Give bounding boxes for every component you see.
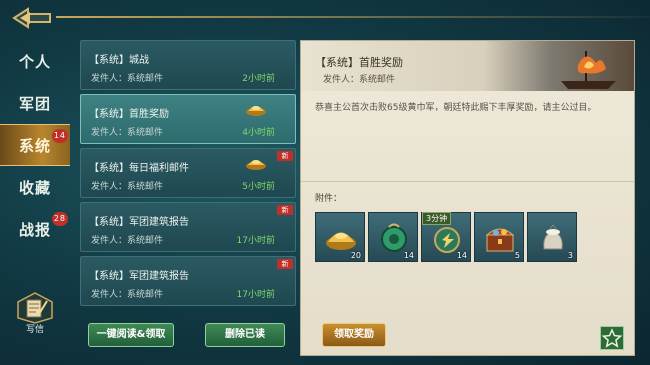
treasure-chest-icon	[485, 228, 515, 252]
sidebar-item-favorites[interactable]: 收藏	[0, 166, 70, 208]
mail-title: 【系统】城战	[89, 55, 149, 66]
new-badge: 新	[277, 151, 293, 161]
mail-detail-header: 【系统】首胜奖励 发件人：系统邮件	[301, 41, 634, 91]
mail-list-item[interactable]: 新 【系统】军团建筑报告 发件人：系统邮件 17小时前	[80, 256, 296, 306]
claim-reward-button[interactable]: 领取奖励	[322, 323, 386, 347]
mail-time: 17小时前	[236, 236, 275, 246]
mail-sender: 发件人：系统邮件	[91, 182, 164, 192]
mail-sender: 发件人：系统邮件	[91, 128, 164, 138]
sidebar-item-label: 系统	[18, 136, 51, 155]
sidebar: 个人 军团 系统 14 收藏 战报 28	[0, 40, 70, 250]
mail-title: 【系统】军团建筑报告	[89, 217, 189, 228]
burning-ship-illustration	[561, 51, 616, 89]
mail-detail-sender: 发件人：系统邮件	[323, 75, 396, 85]
favorite-star-button[interactable]	[600, 326, 624, 350]
mail-time: 5小时前	[242, 182, 275, 192]
new-badge: 新	[277, 259, 293, 269]
mail-detail-panel: 【系统】首胜奖励 发件人：系统邮件 恭喜主公首次击败65级黄巾军，朝廷特此赐下丰…	[300, 40, 635, 356]
mail-title: 【系统】军团建筑报告	[89, 271, 189, 282]
mail-sender: 发件人：系统邮件	[91, 236, 164, 246]
sidebar-item-label: 收藏	[18, 178, 51, 197]
mail-time: 4小时前	[242, 128, 275, 138]
back-button[interactable]	[10, 6, 54, 30]
gold-ingot-icon	[326, 232, 356, 250]
mail-time: 2小时前	[242, 74, 275, 84]
duration-tag: 3分钟	[422, 212, 452, 225]
sidebar-item-label: 军团	[18, 94, 51, 113]
delete-read-button[interactable]: 删除已读	[205, 323, 285, 347]
attachment-count: 3	[567, 251, 573, 260]
attachment-divider	[301, 181, 634, 182]
star-icon	[601, 328, 623, 348]
attachment-count: 14	[456, 251, 467, 260]
mail-detail-title: 【系统】首胜奖励	[315, 56, 403, 69]
sidebar-item-legion[interactable]: 军团	[0, 82, 70, 124]
mail-body-text: 恭喜主公首次击败65级黄巾军，朝廷特此赐下丰厚奖励，请主公过目。	[315, 103, 597, 113]
unread-count-badge: 28	[51, 212, 68, 226]
speedup-icon	[434, 227, 460, 253]
mail-list-item[interactable]: 新 【系统】军团建筑报告 发件人：系统邮件 17小时前	[80, 202, 296, 252]
attachment-slot[interactable]: 3分钟 14	[421, 212, 471, 262]
gold-ingot-icon	[246, 160, 266, 170]
back-arrow-icon	[12, 7, 51, 29]
rice-sack-icon	[543, 224, 563, 250]
attachment-count: 5	[514, 251, 520, 260]
mail-time: 17小时前	[236, 290, 275, 300]
mail-list: 【系统】城战 发件人：系统邮件 2小时前 【系统】首胜奖励 发件人：系统邮件 4…	[80, 40, 296, 308]
mail-sender: 发件人：系统邮件	[91, 74, 164, 84]
attachment-slot[interactable]: 20	[315, 212, 365, 262]
mail-sender: 发件人：系统邮件	[91, 290, 164, 300]
jade-token-icon	[381, 223, 407, 252]
attachment-count: 14	[403, 251, 414, 260]
attachments-row: 20 14 3分钟 14 5 3	[315, 212, 577, 262]
sidebar-item-system[interactable]: 系统 14	[0, 124, 70, 166]
attachments-label: 附件：	[315, 194, 343, 204]
mail-list-item[interactable]: 【系统】城战 发件人：系统邮件 2小时前	[80, 40, 296, 90]
top-bar-divider	[56, 16, 650, 18]
sidebar-item-label: 战报	[18, 220, 51, 239]
attachment-slot[interactable]: 14	[368, 212, 418, 262]
gold-ingot-icon	[246, 106, 266, 116]
mail-title: 【系统】每日福利邮件	[89, 163, 189, 174]
write-letter-button[interactable]: 写信	[12, 292, 58, 338]
attachment-slot[interactable]: 3	[527, 212, 577, 262]
mail-list-item[interactable]: 【系统】首胜奖励 发件人：系统邮件 4小时前	[80, 94, 296, 144]
sidebar-item-battle-report[interactable]: 战报 28	[0, 208, 70, 250]
unread-count-badge: 14	[51, 129, 68, 143]
mail-title: 【系统】首胜奖励	[89, 109, 169, 120]
read-all-claim-button[interactable]: 一键阅读&领取	[88, 323, 174, 347]
sidebar-item-personal[interactable]: 个人	[0, 40, 70, 82]
attachment-slot[interactable]: 5	[474, 212, 524, 262]
attachment-count: 20	[350, 251, 361, 260]
mail-list-item[interactable]: 新 【系统】每日福利邮件 发件人：系统邮件 5小时前	[80, 148, 296, 198]
quill-letter-icon	[17, 292, 53, 324]
new-badge: 新	[277, 205, 293, 215]
sidebar-item-label: 个人	[18, 52, 51, 71]
write-letter-label: 写信	[25, 325, 44, 335]
